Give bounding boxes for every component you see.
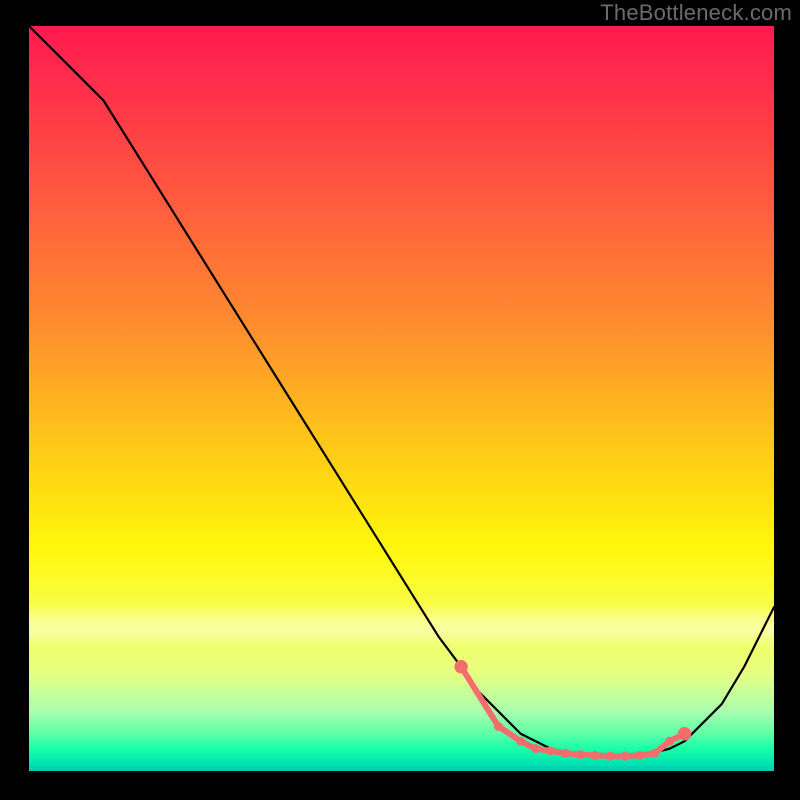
marker-point	[494, 722, 503, 731]
marker-point	[546, 746, 555, 755]
plot-area	[29, 26, 774, 771]
marker-point	[650, 749, 659, 758]
marker-point	[454, 660, 467, 673]
curve-svg	[29, 26, 774, 771]
marker-point	[678, 727, 691, 740]
marker-point	[516, 737, 525, 746]
marker-point	[561, 749, 570, 758]
marker-point	[606, 752, 615, 761]
marker-point	[591, 751, 600, 760]
marker-point	[576, 750, 585, 759]
marker-point	[531, 744, 540, 753]
marker-point	[621, 752, 630, 761]
marker-connector-line	[461, 667, 684, 756]
marker-point	[665, 737, 674, 746]
bottleneck-curve	[29, 26, 774, 756]
chart-stage: TheBottleneck.com	[0, 0, 800, 800]
watermark-text: TheBottleneck.com	[600, 0, 792, 26]
marker-point	[635, 751, 644, 760]
